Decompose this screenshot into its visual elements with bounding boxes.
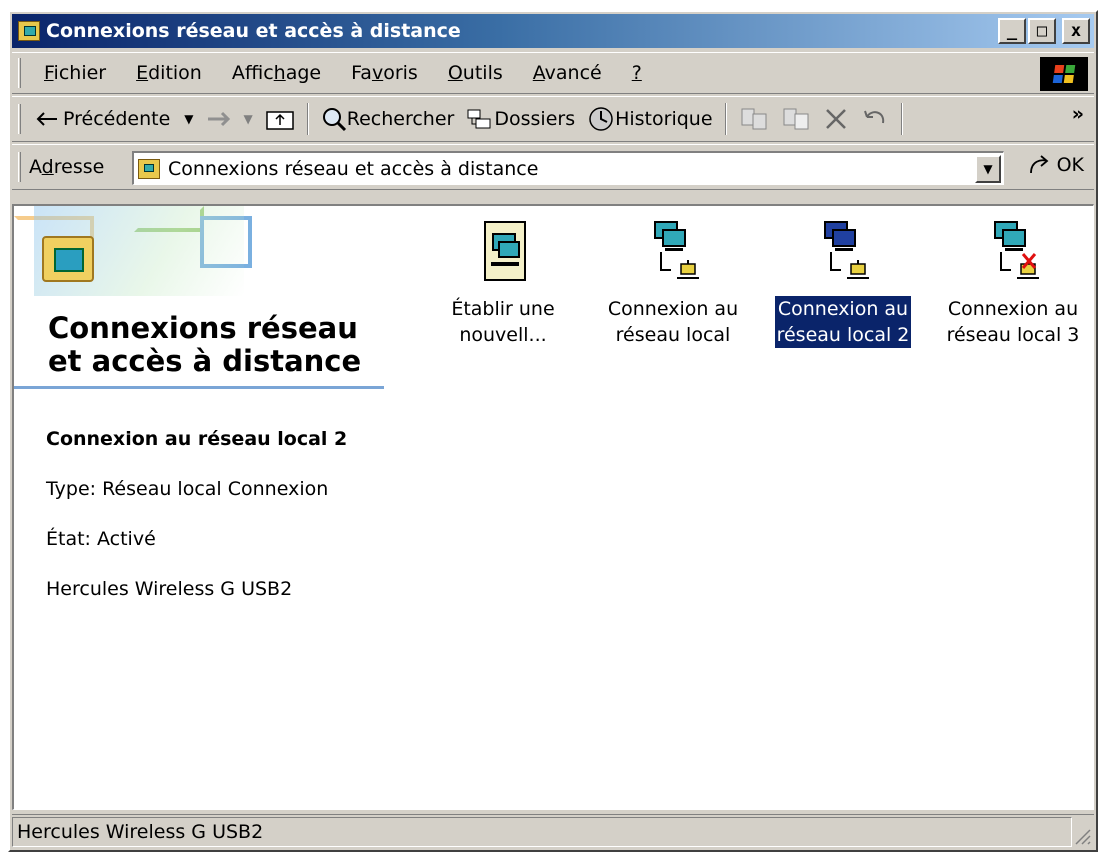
network-folder-icon <box>18 21 40 41</box>
addressbar-grip[interactable] <box>18 152 21 182</box>
lan-disconnected-icon <box>983 218 1043 286</box>
connection-item[interactable]: Connexion au réseau local 2 <box>768 218 918 348</box>
selected-item-name: Connexion au réseau local 2 <box>46 428 348 450</box>
toolbar-separator <box>900 103 903 135</box>
folders-label: Dossiers <box>494 108 576 130</box>
address-bar: Adresse Connexions réseau et accès à dis… <box>12 144 1094 190</box>
new-connection-icon <box>473 218 533 286</box>
menu-item[interactable]: Fichier <box>29 62 121 84</box>
go-arrow-icon <box>1029 155 1048 174</box>
address-value: Connexions réseau et accès à distance <box>168 157 539 180</box>
delete-button[interactable] <box>817 102 855 136</box>
forward-button[interactable]: ▼ <box>200 102 259 136</box>
back-label: Précédente <box>63 108 171 130</box>
history-icon <box>589 107 613 131</box>
go-label: OK <box>1056 154 1084 176</box>
lan-connection-icon <box>643 218 703 286</box>
resize-grip-icon[interactable] <box>1072 826 1092 846</box>
explorer-window: Connexions réseau et accès à distance _ … <box>8 10 1098 852</box>
delete-icon <box>825 109 846 129</box>
windows-logo-icon <box>1040 57 1088 91</box>
address-label: Adresse <box>29 156 105 178</box>
forward-arrow-icon <box>207 111 230 127</box>
title-bar[interactable]: Connexions réseau et accès à distance _ … <box>12 14 1094 48</box>
undo-button[interactable] <box>855 102 895 136</box>
minimize-button[interactable]: _ <box>998 18 1026 44</box>
status-text: Hercules Wireless G USB2 <box>12 816 1072 847</box>
copy-to-button[interactable] <box>775 102 817 136</box>
menu-bar: Fichier Edition Affichage Favoris Outils Avan… <box>12 52 1094 94</box>
webview-info-pane: Connexions réseau et accès à distance Co… <box>14 206 392 809</box>
menu-item[interactable]: Edition <box>121 62 217 84</box>
menu-item[interactable]: Avancé <box>518 62 617 84</box>
selected-item-type: Type: Réseau local Connexion <box>46 478 329 500</box>
folder-title: Connexions réseau et accès à distance <box>48 311 362 378</box>
menu-item[interactable]: ? <box>617 62 657 84</box>
connection-label: Connexion au réseau local 3 <box>946 298 1080 346</box>
back-dropdown-icon[interactable]: ▼ <box>184 112 193 126</box>
lan-connection-icon <box>813 218 873 286</box>
address-dropdown-button[interactable]: ▼ <box>975 155 1001 183</box>
network-folder-large-icon <box>42 236 94 282</box>
selected-item-state: État: Activé <box>46 528 156 550</box>
menu-item[interactable]: Favoris <box>336 62 433 84</box>
back-button[interactable]: Précédente ▼ <box>29 102 200 136</box>
connection-item[interactable]: Établir une nouvell... <box>428 218 578 348</box>
history-label: Historique <box>615 108 713 130</box>
selected-item-device: Hercules Wireless G USB2 <box>46 578 293 600</box>
window-title: Connexions réseau et accès à distance <box>46 20 461 42</box>
move-to-icon <box>741 108 767 130</box>
status-bar: Hercules Wireless G USB2 <box>12 814 1094 848</box>
maximize-button[interactable]: □ <box>1028 18 1056 44</box>
forward-dropdown-icon[interactable]: ▼ <box>244 112 253 126</box>
close-button[interactable]: x <box>1062 18 1090 44</box>
search-icon <box>322 108 346 132</box>
undo-icon <box>863 110 884 124</box>
search-button[interactable]: Rechercher <box>315 102 461 136</box>
address-input[interactable]: Connexions réseau et accès à distance ▼ <box>132 151 1004 185</box>
toolbar-overflow-chevron[interactable]: » <box>1072 103 1084 125</box>
search-label: Rechercher <box>346 108 455 130</box>
standard-toolbar: Précédente ▼ ▼ Rechercher Dossiers Histo… <box>12 96 1094 142</box>
connection-item[interactable]: Connexion au réseau local <box>598 218 748 348</box>
copy-to-icon <box>783 108 809 130</box>
toolbar-separator <box>724 103 727 135</box>
connection-label: Connexion au réseau local <box>607 298 739 346</box>
toolbar-separator <box>306 103 309 135</box>
menu-item[interactable]: Outils <box>433 62 518 84</box>
up-folder-button[interactable] <box>259 102 301 136</box>
toolbar-grip[interactable] <box>18 104 21 134</box>
menu-item[interactable]: Affichage <box>217 62 336 84</box>
network-folder-icon <box>138 158 160 179</box>
menubar-grip[interactable] <box>18 58 21 88</box>
folders-button[interactable]: Dossiers <box>460 102 581 136</box>
folder-view[interactable]: Connexions réseau et accès à distance Co… <box>12 204 1094 810</box>
title-rule <box>14 386 384 389</box>
go-button[interactable]: OK <box>1027 153 1084 177</box>
connection-label: Connexion au réseau local 2 <box>774 296 912 348</box>
up-folder-icon <box>266 111 294 130</box>
connection-item[interactable]: Connexion au réseau local 3 <box>938 218 1088 348</box>
move-to-button[interactable] <box>733 102 775 136</box>
back-arrow-icon <box>36 112 57 126</box>
history-button[interactable]: Historique <box>581 102 718 136</box>
window-controls: _ □ x <box>998 18 1090 44</box>
connection-label: Établir une nouvell... <box>451 298 555 346</box>
menu-items: Fichier Edition Affichage Favoris Outils Avan… <box>29 62 657 84</box>
folders-icon <box>467 109 491 129</box>
